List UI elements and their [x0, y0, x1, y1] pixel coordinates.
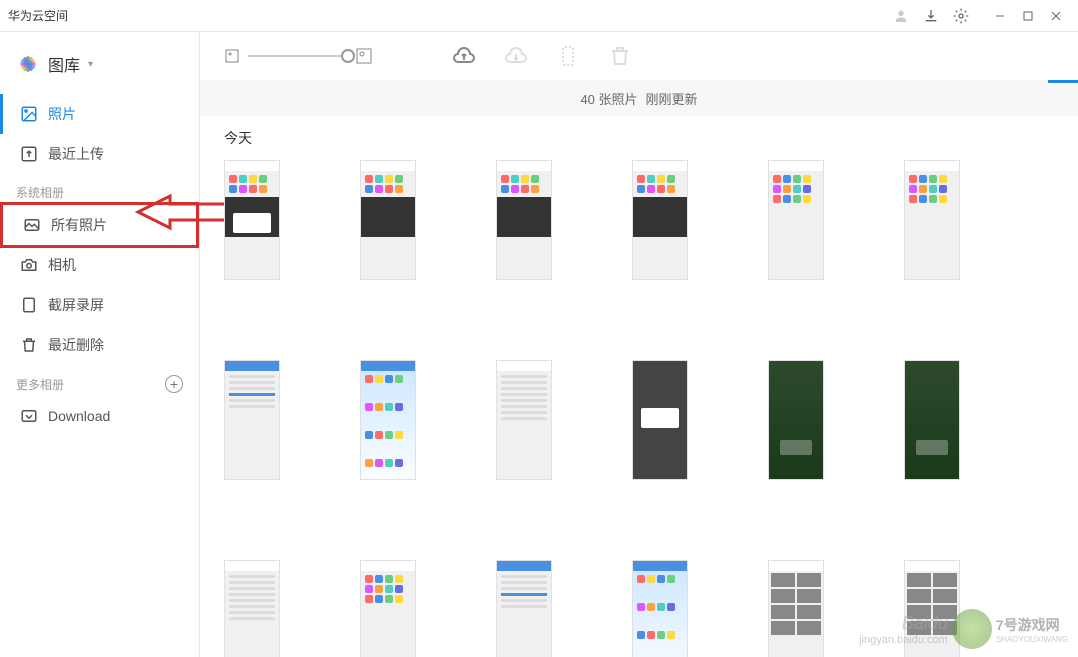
folder-icon [20, 407, 38, 425]
user-icon[interactable] [892, 7, 910, 25]
nav-photos[interactable]: 照片 [0, 94, 199, 134]
section-more-albums: 更多相册 + [0, 365, 199, 397]
cloud-download-icon[interactable] [504, 44, 528, 68]
photos-icon [23, 216, 41, 234]
nav-label: 截屏录屏 [48, 295, 104, 315]
upload-icon [20, 145, 38, 163]
device-icon[interactable] [556, 44, 580, 68]
screenshot-icon [20, 296, 38, 314]
photo-thumbnail[interactable] [496, 160, 552, 280]
watermark-logo-icon [952, 609, 992, 649]
photo-thumbnail[interactable] [632, 560, 688, 657]
photo-thumbnail[interactable] [496, 360, 552, 480]
close-button[interactable] [1042, 0, 1070, 32]
download-icon[interactable] [922, 7, 940, 25]
size-small-icon [224, 48, 240, 64]
photo-grid-content: 今天 ♪♪ [200, 116, 1078, 657]
photo-grid: ♪♪ [224, 160, 1054, 657]
nav-camera[interactable]: 相机 [0, 245, 199, 285]
settings-icon[interactable] [952, 7, 970, 25]
sidebar-title: 图库 [48, 52, 80, 76]
photo-thumbnail[interactable] [224, 160, 280, 280]
photo-thumbnail[interactable] [224, 360, 280, 480]
photo-thumbnail[interactable] [496, 560, 552, 657]
photo-thumbnail[interactable] [768, 160, 824, 280]
nav-all-photos[interactable]: 所有照片 [3, 205, 196, 245]
info-bar: 40 张照片 刚刚更新 [200, 80, 1078, 116]
watermark-sub: SHAOYOUXIWANG [996, 635, 1068, 644]
nav-label: 相机 [48, 255, 76, 275]
watermark-url: jingyan.baidu.com [859, 634, 948, 646]
size-large-icon [356, 48, 372, 64]
cloud-upload-icon[interactable] [452, 44, 476, 68]
delete-icon[interactable] [608, 44, 632, 68]
dropdown-caret-icon: ▾ [88, 59, 93, 70]
nav-recent-delete[interactable]: 最近删除 [0, 325, 199, 365]
watermark: Baidu jingyan.baidu.com 7号游戏网 SHAOYOUXIW… [859, 609, 1068, 649]
photo-thumbnail[interactable] [360, 160, 416, 280]
nav-label: Download [48, 408, 110, 424]
camera-icon [20, 256, 38, 274]
nav-label: 所有照片 [51, 215, 107, 235]
app-title: 华为云空间 [8, 7, 68, 24]
trash-icon [20, 336, 38, 354]
minimize-button[interactable] [986, 0, 1014, 32]
section-system-albums: 系统相册 [0, 174, 199, 205]
nav-label: 最近上传 [48, 144, 104, 164]
image-icon [20, 105, 38, 123]
photo-thumbnail[interactable] [224, 560, 280, 657]
photo-thumbnail[interactable] [904, 360, 960, 480]
toolbar [200, 32, 1078, 80]
nav-download[interactable]: Download [0, 397, 199, 435]
main-panel: 40 张照片 刚刚更新 今天 ♪♪ [200, 32, 1078, 657]
date-group-label: 今天 [224, 128, 1054, 148]
section-label: 更多相册 [16, 376, 64, 393]
nav-screenshots[interactable]: 截屏录屏 [0, 285, 199, 325]
nav-label: 照片 [48, 104, 76, 124]
nav-label: 最近删除 [48, 335, 104, 355]
sidebar: 图库 ▾ 照片 最近上传 系统相册 所有照片 相机 [0, 32, 200, 657]
gallery-logo-icon [16, 52, 40, 76]
photo-thumbnail[interactable] [360, 560, 416, 657]
add-album-button[interactable]: + [165, 375, 183, 393]
maximize-button[interactable] [1014, 0, 1042, 32]
photo-thumbnail[interactable] [632, 160, 688, 280]
photo-thumbnail[interactable] [768, 360, 824, 480]
watermark-brand: 7号游戏网 [996, 615, 1068, 635]
photo-thumbnail[interactable] [360, 360, 416, 480]
photo-thumbnail[interactable] [632, 360, 688, 480]
accent-indicator [1048, 80, 1078, 83]
title-bar: 华为云空间 [0, 0, 1078, 32]
thumbnail-size-slider[interactable] [248, 55, 348, 57]
photo-thumbnail[interactable] [904, 160, 960, 280]
update-status: 刚刚更新 [646, 89, 698, 108]
photo-count: 40 张照片 [580, 89, 637, 108]
nav-recent-upload[interactable]: 最近上传 [0, 134, 199, 174]
sidebar-header[interactable]: 图库 ▾ [0, 44, 199, 84]
photo-thumbnail[interactable] [768, 560, 824, 657]
